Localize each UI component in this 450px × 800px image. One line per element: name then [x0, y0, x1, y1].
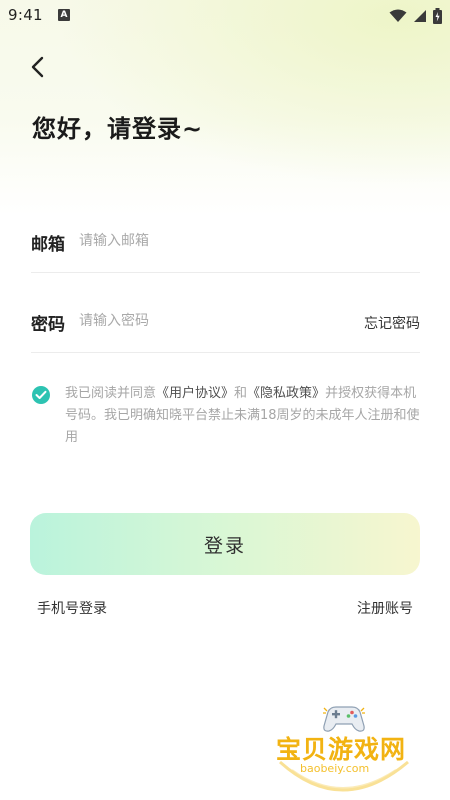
notification-badge-icon: A — [58, 9, 70, 21]
battery-icon — [433, 8, 442, 24]
register-account-link[interactable]: 注册账号 — [357, 598, 413, 618]
status-icons — [389, 7, 442, 25]
page-title: 您好，请登录~ — [32, 115, 204, 143]
login-screen: 9:41 A 您好，请登录~ 邮箱 密码 忘记密码 — [0, 0, 450, 800]
privacy-policy-link[interactable]: 《隐私政策》 — [247, 386, 325, 401]
agreement-prefix: 我已阅读并同意 — [65, 386, 157, 401]
agreement-checkbox[interactable] — [32, 386, 50, 404]
watermark-title: 宝贝游戏网 — [276, 735, 407, 764]
login-button[interactable]: 登录 — [30, 513, 420, 575]
wifi-icon — [389, 9, 407, 22]
password-row: 密码 忘记密码 — [31, 292, 420, 353]
phone-login-link[interactable]: 手机号登录 — [37, 598, 107, 618]
status-bar: 9:41 A — [0, 0, 450, 32]
site-watermark: 宝贝游戏网 baobeiy.com — [262, 700, 422, 796]
forgot-password-link[interactable]: 忘记密码 — [364, 313, 420, 333]
header-background — [0, 0, 450, 215]
email-row: 邮箱 — [31, 212, 420, 273]
user-agreement-link[interactable]: 《用户协议》 — [156, 386, 234, 401]
password-input[interactable] — [79, 306, 309, 336]
watermark-url: baobeiy.com — [300, 762, 370, 775]
checkmark-icon — [35, 390, 47, 399]
back-button[interactable] — [24, 52, 52, 82]
chevron-left-icon — [31, 56, 44, 78]
agreement-text: 我已阅读并同意《用户协议》和《隐私政策》并授权获得本机号码。我已明确知晓平台禁止… — [65, 383, 425, 449]
password-label: 密码 — [31, 315, 65, 335]
email-label: 邮箱 — [31, 235, 65, 255]
email-input[interactable] — [79, 226, 339, 256]
agreement-and: 和 — [234, 386, 248, 401]
cellular-signal-icon — [414, 10, 426, 22]
status-time: 9:41 — [8, 6, 43, 24]
